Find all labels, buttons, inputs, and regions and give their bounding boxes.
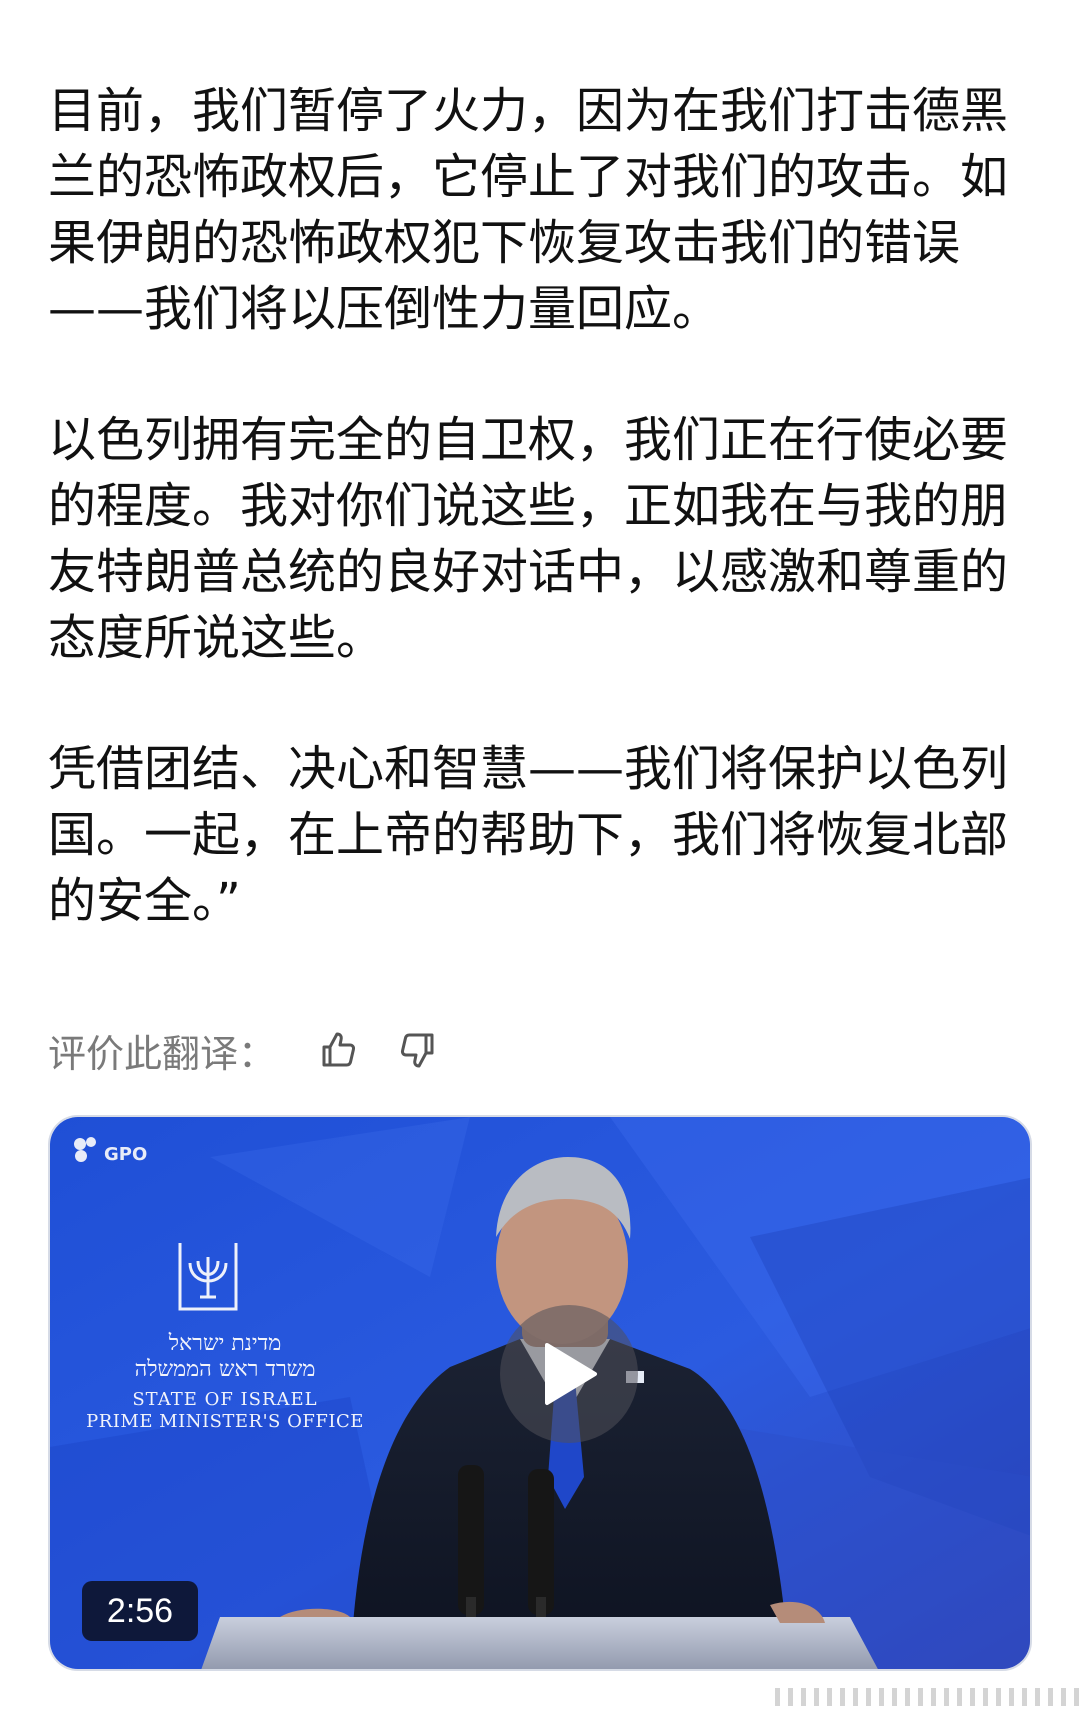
backdrop-hebrew-line-2: משרד ראש הממשלה <box>134 1357 316 1382</box>
menorah-emblem-space <box>80 1257 370 1323</box>
gpo-logo-text: GPO <box>104 1144 148 1165</box>
video-player[interactable]: GPO מדינת ישראל משרד ראש הממשלה STATE OF… <box>48 1115 1032 1671</box>
backdrop-english-line-1: STATE OF ISRAEL <box>132 1389 318 1410</box>
play-icon <box>545 1343 597 1405</box>
article-paragraph: 目前，我们暂停了火力，因为在我们打击德黑 兰的恐怖政权后，它停止了对我们的攻击。… <box>48 83 1009 337</box>
backdrop-hebrew-line-1: מדינת ישראל <box>168 1331 282 1356</box>
thumbs-up-icon <box>322 1032 356 1067</box>
gpo-logo-icon <box>74 1137 96 1162</box>
translated-article: 目前，我们暂停了火力，因为在我们打击德黑 兰的恐怖政权后，它停止了对我们的攻击。… <box>48 78 1008 934</box>
article-paragraph: 以色列拥有完全的自卫权，我们正在行使必要 的程度。我对你们说这些，正如我在与我的… <box>48 412 1009 666</box>
rate-translation-label: 评价此翻译： <box>48 1031 277 1076</box>
article-paragraph: 凭借团结、决心和智慧——我们将保护以色列 国。一起，在上帝的帮助下，我们将恢复北… <box>48 741 1009 929</box>
gpo-logo: GPO <box>72 1135 147 1165</box>
thumbs-down-button[interactable] <box>396 1028 440 1072</box>
backdrop-english-line-2: PRIME MINISTER'S OFFICE <box>86 1411 364 1432</box>
thumbs-up-button[interactable] <box>316 1028 360 1072</box>
thumbs-down-icon <box>400 1033 434 1068</box>
play-button[interactable] <box>500 1305 638 1443</box>
pmo-backdrop-text: מדינת ישראל משרד ראש הממשלה STATE OF ISR… <box>80 1257 370 1433</box>
video-duration-badge: 2:56 <box>82 1581 198 1641</box>
translation-rating: 评价此翻译： <box>48 1020 440 1080</box>
watermark-barcode <box>775 1688 1080 1706</box>
